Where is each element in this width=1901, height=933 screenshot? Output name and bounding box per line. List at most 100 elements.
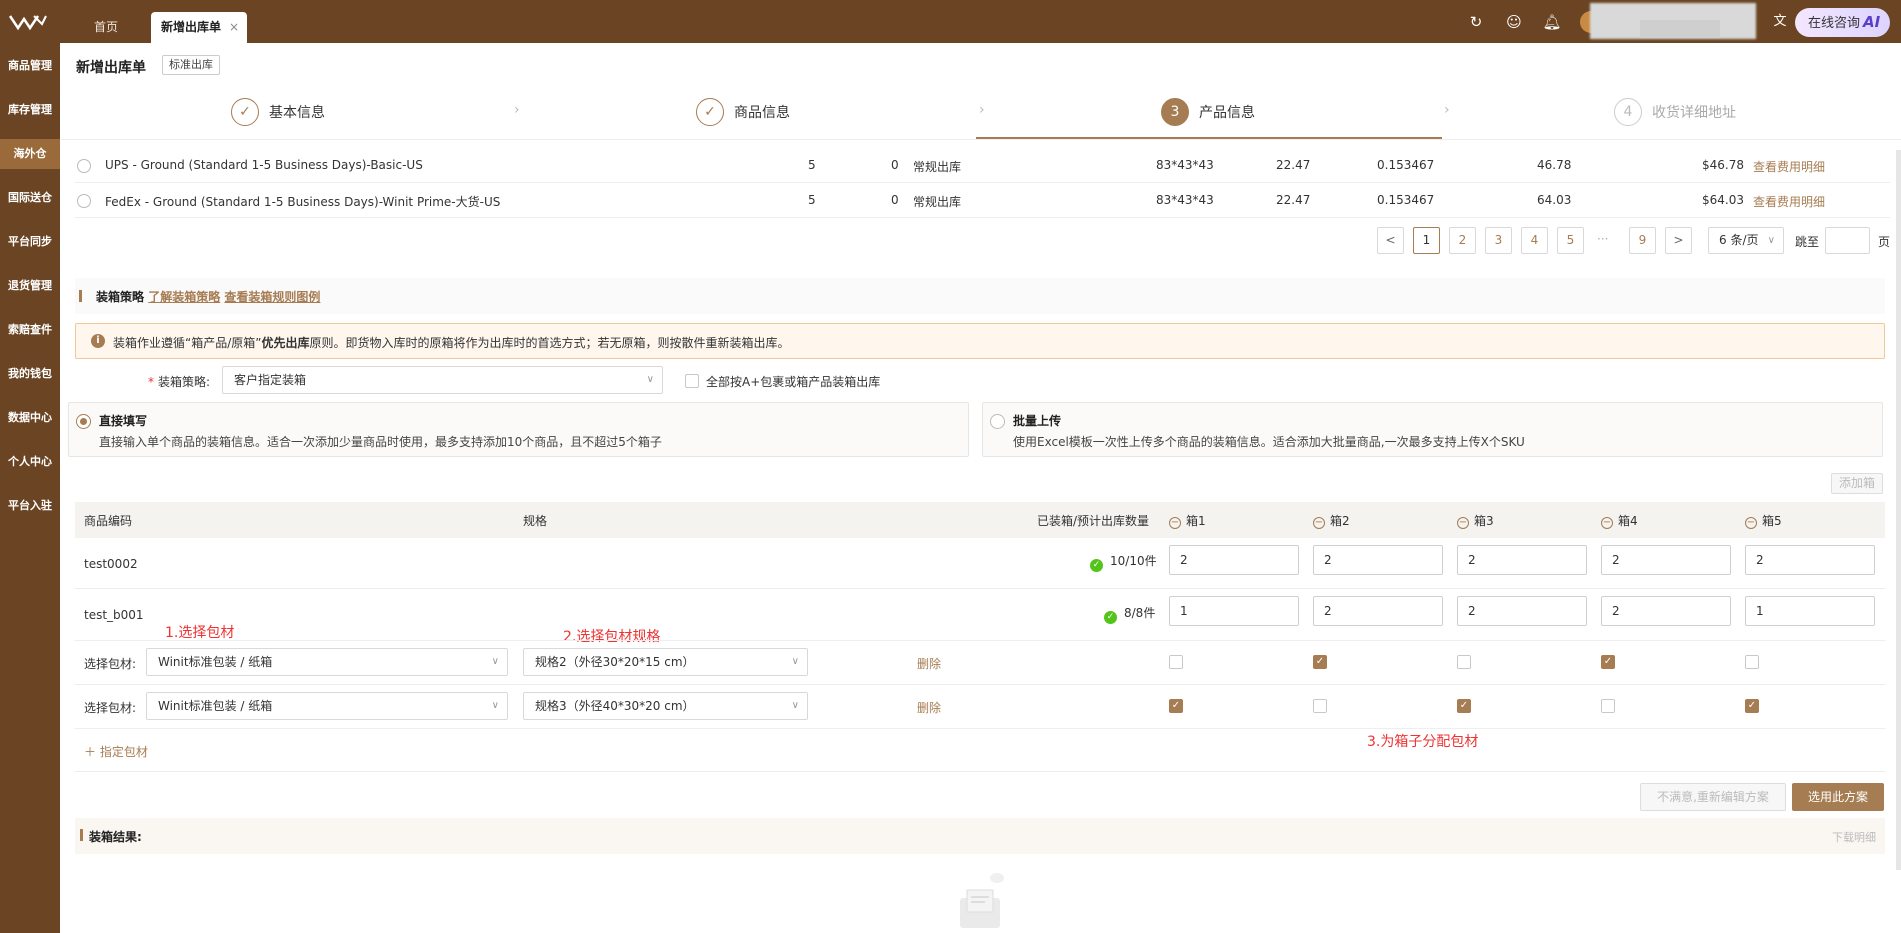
row-divider: [75, 684, 1885, 685]
assign-checkbox[interactable]: ✓: [1457, 699, 1471, 713]
assign-checkbox[interactable]: ✓: [1169, 699, 1183, 713]
delete-material-link[interactable]: 删除: [917, 699, 941, 716]
pack-all-checkbox[interactable]: [685, 374, 699, 388]
sidebar-item[interactable]: 海外仓: [0, 139, 60, 169]
box-qty-input[interactable]: 2: [1169, 545, 1299, 575]
box-qty-input[interactable]: 2: [1601, 596, 1731, 626]
step-shipping-address[interactable]: 4 收货详细地址: [1614, 98, 1814, 128]
reedit-plan-button[interactable]: 不满意,重新编辑方案: [1640, 783, 1786, 811]
remove-box-icon[interactable]: −: [1313, 517, 1325, 529]
step-number: 3: [1161, 98, 1189, 126]
jump-page-input[interactable]: [1825, 227, 1870, 254]
delete-material-link[interactable]: 删除: [917, 655, 941, 672]
page-button[interactable]: 2: [1449, 227, 1476, 254]
cell: 常规出库: [913, 195, 962, 209]
language-icon[interactable]: 文: [1770, 12, 1790, 32]
sidebar-item[interactable]: 数据中心: [0, 403, 60, 433]
online-consult-ai-button[interactable]: 在线咨询 AI: [1795, 8, 1890, 37]
option-radio[interactable]: [76, 414, 91, 429]
page-button[interactable]: 1: [1413, 227, 1440, 254]
tab-new-outbound[interactable]: 新增出库单 ×: [151, 12, 247, 43]
shipping-radio[interactable]: [77, 159, 91, 173]
box-qty-input[interactable]: 2: [1313, 596, 1443, 626]
page-button[interactable]: 4: [1521, 227, 1548, 254]
material-select[interactable]: Winit标准包装 / 纸箱 ∨: [146, 692, 508, 720]
shipping-row[interactable]: FedEx - Ground (Standard 1-5 Business Da…: [75, 183, 1890, 218]
assign-checkbox[interactable]: ✓: [1313, 655, 1327, 669]
remove-box-icon[interactable]: −: [1457, 517, 1469, 529]
step-basic-info[interactable]: ✓ 基本信息: [231, 98, 431, 128]
winit-logo-icon[interactable]: [8, 12, 52, 32]
box-qty-input[interactable]: 2: [1601, 545, 1731, 575]
empty-state-icon: [955, 870, 1005, 933]
box-qty-input[interactable]: 1: [1169, 596, 1299, 626]
sidebar-item[interactable]: 索赔查件: [0, 315, 60, 345]
close-icon[interactable]: ×: [229, 12, 239, 43]
assign-checkbox[interactable]: [1601, 699, 1615, 713]
bell-icon[interactable]: 🔔︎: [1542, 12, 1562, 32]
box-qty-input[interactable]: 2: [1457, 596, 1587, 626]
material-spec-select[interactable]: 规格2（外径30*20*15 cm） ∨: [523, 648, 808, 676]
add-material-button[interactable]: ＋ 指定包材: [84, 743, 148, 760]
remove-box-icon[interactable]: −: [1745, 517, 1757, 529]
material-spec-select[interactable]: 规格3（外径40*30*20 cm） ∨: [523, 692, 808, 720]
option-title: 批量上传: [1013, 414, 1062, 428]
material-select[interactable]: Winit标准包装 / 纸箱 ∨: [146, 648, 508, 676]
rules-legend-link[interactable]: 查看装箱规则图例: [224, 290, 320, 304]
assign-checkbox[interactable]: ✓: [1601, 655, 1615, 669]
sidebar-item[interactable]: 国际送仓: [0, 183, 60, 213]
sidebar-item[interactable]: 我的钱包: [0, 359, 60, 389]
sidebar-item[interactable]: 商品管理: [0, 51, 60, 81]
step-number: 4: [1614, 98, 1642, 126]
assign-checkbox[interactable]: [1169, 655, 1183, 669]
page-button[interactable]: 5: [1557, 227, 1584, 254]
scrollbar[interactable]: [1896, 150, 1901, 870]
sidebar-item[interactable]: 平台同步: [0, 227, 60, 257]
sidebar-item[interactable]: 退货管理: [0, 271, 60, 301]
remove-box-icon[interactable]: −: [1601, 517, 1613, 529]
remove-box-icon[interactable]: −: [1169, 517, 1181, 529]
assign-checkbox[interactable]: [1745, 655, 1759, 669]
box-qty-input[interactable]: 2: [1313, 545, 1443, 575]
shipping-row[interactable]: UPS - Ground (Standard 1-5 Business Days…: [75, 148, 1890, 183]
box-qty-input[interactable]: 1: [1745, 596, 1875, 626]
box-qty-input[interactable]: 2: [1745, 545, 1875, 575]
step-product-details[interactable]: 3 产品信息: [1161, 98, 1361, 128]
sidebar-item[interactable]: 个人中心: [0, 447, 60, 477]
page-button[interactable]: 3: [1485, 227, 1512, 254]
next-page-button[interactable]: >: [1665, 227, 1692, 254]
check-icon: ✓: [696, 98, 724, 126]
fee-detail-link[interactable]: 查看费用明细: [1753, 193, 1825, 210]
sidebar-item[interactable]: 平台入驻: [0, 491, 60, 521]
sidebar-item[interactable]: 库存管理: [0, 95, 60, 125]
smile-icon[interactable]: ☺: [1504, 12, 1524, 32]
use-plan-button[interactable]: 选用此方案: [1792, 783, 1884, 811]
assign-checkbox[interactable]: [1313, 699, 1327, 713]
fee-detail-link[interactable]: 查看费用明细: [1753, 158, 1825, 175]
add-material-label: 指定包材: [99, 745, 148, 759]
check-circle-icon: ✓: [1090, 559, 1103, 572]
step-product-info[interactable]: ✓ 商品信息: [696, 98, 896, 128]
page-size-select[interactable]: 6 条/页 ∨: [1708, 227, 1784, 254]
prev-page-button[interactable]: <: [1377, 227, 1404, 254]
option-direct-fill[interactable]: 直接填写 直接输入单个商品的装箱信息。适合一次添加少量商品时使用，最多支持添加10…: [68, 402, 969, 457]
assign-checkbox[interactable]: [1457, 655, 1471, 669]
learn-strategy-link[interactable]: 了解装箱策略: [148, 290, 220, 304]
pager-ellipsis[interactable]: ···: [1597, 232, 1608, 246]
add-box-button[interactable]: 添加箱: [1831, 473, 1883, 494]
box-label: 箱4: [1618, 514, 1638, 528]
page-button[interactable]: 9: [1629, 227, 1656, 254]
box-qty-input[interactable]: 2: [1457, 545, 1587, 575]
refresh-icon[interactable]: ↻: [1466, 12, 1486, 32]
option-radio[interactable]: [990, 414, 1005, 429]
shipping-radio[interactable]: [77, 194, 91, 208]
assign-checkbox[interactable]: ✓: [1745, 699, 1759, 713]
tab-home[interactable]: 首页: [84, 12, 128, 43]
strategy-value: 客户指定装箱: [234, 373, 307, 387]
step-label: 产品信息: [1199, 105, 1255, 121]
option-batch-upload[interactable]: 批量上传 使用Excel模板一次性上传多个商品的装箱信息。适合添加大批量商品,一次…: [982, 402, 1883, 457]
download-detail-link[interactable]: 下载明细: [1832, 829, 1876, 845]
check-circle-icon: ✓: [1104, 611, 1117, 624]
strategy-select[interactable]: 客户指定装箱 ∨: [222, 366, 663, 394]
box-label: 箱2: [1330, 514, 1350, 528]
